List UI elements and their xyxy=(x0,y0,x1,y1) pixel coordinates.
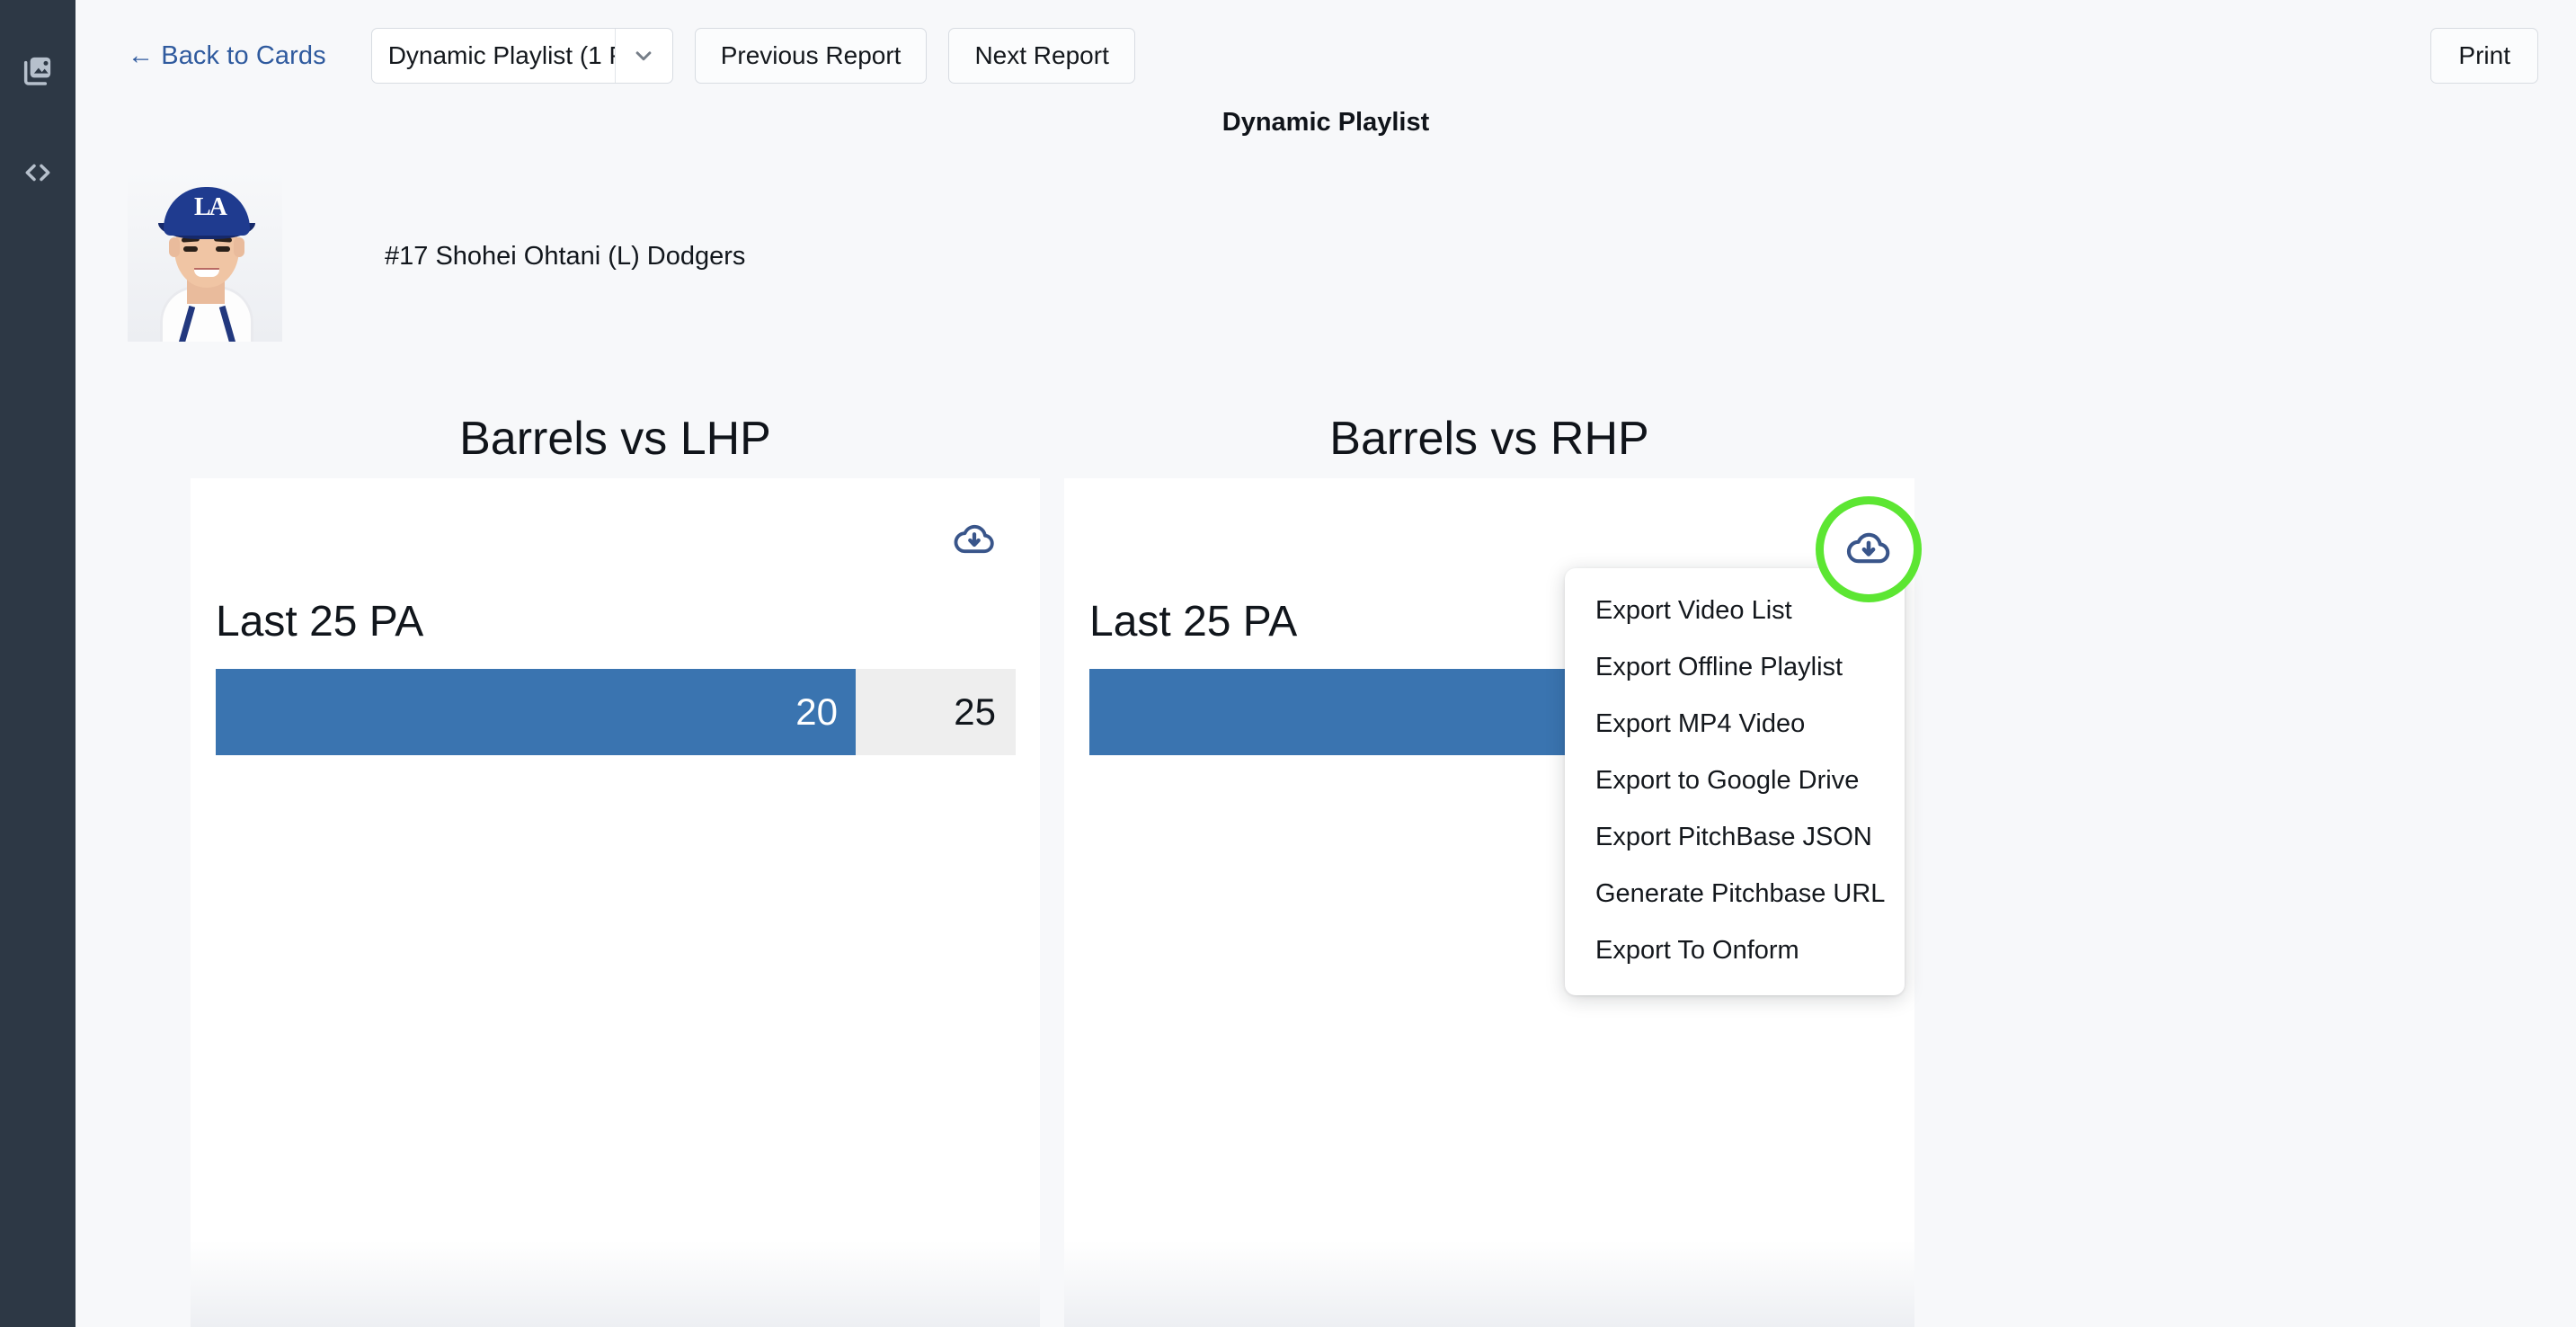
bar-chart-lhp: 20 25 xyxy=(216,669,1016,755)
menu-item-export-to-onform[interactable]: Export To Onform xyxy=(1565,922,1905,979)
export-download-button-rhp[interactable] xyxy=(1816,496,1922,602)
page-surface: ← Back to Cards Dynamic Playlist (1 P...… xyxy=(76,0,2576,1327)
cloud-download-icon xyxy=(950,514,999,567)
sidebar-item-cards[interactable] xyxy=(14,47,61,94)
menu-item-export-offline-playlist[interactable]: Export Offline Playlist xyxy=(1565,639,1905,696)
team-cap-logo: LA xyxy=(194,194,221,221)
chart-subtitle-rhp: Last 25 PA xyxy=(1089,597,1297,646)
bar-segment-value-lhp: 20 xyxy=(216,669,856,755)
player-headshot: LA xyxy=(128,171,282,342)
chart-subtitle-lhp: Last 25 PA xyxy=(216,597,423,646)
chart-heading-lhp: Barrels vs LHP xyxy=(191,412,1040,466)
left-sidebar xyxy=(0,0,76,1327)
playlist-select[interactable]: Dynamic Playlist (1 P... xyxy=(371,28,673,84)
menu-item-export-pitchbase-json[interactable]: Export PitchBase JSON xyxy=(1565,809,1905,866)
menu-item-generate-pitchbase-url[interactable]: Generate Pitchbase URL xyxy=(1565,866,1905,922)
player-header: LA #17 Shohei Ohtani (L) Dodgers xyxy=(128,171,2554,342)
menu-item-export-mp4-video[interactable]: Export MP4 Video xyxy=(1565,696,1905,753)
app-root: ← Back to Cards Dynamic Playlist (1 P...… xyxy=(0,0,2576,1327)
previous-report-button[interactable]: Previous Report xyxy=(695,28,928,84)
chevron-down-icon xyxy=(615,29,672,83)
code-icon xyxy=(20,155,56,191)
next-report-button[interactable]: Next Report xyxy=(948,28,1134,84)
chart-card-lhp: Last 25 PA 20 25 xyxy=(191,478,1040,1327)
cards-icon xyxy=(20,52,56,88)
bar-segment-total-lhp: 25 xyxy=(856,669,1016,755)
sidebar-item-code[interactable] xyxy=(14,149,61,196)
export-download-button-lhp[interactable] xyxy=(946,512,1002,568)
chart-heading-rhp: Barrels vs RHP xyxy=(1064,412,1914,466)
player-name: #17 Shohei Ohtani (L) Dodgers xyxy=(385,242,745,272)
toolbar: ← Back to Cards Dynamic Playlist (1 P...… xyxy=(76,0,2576,111)
print-button[interactable]: Print xyxy=(2430,28,2538,84)
export-dropdown-menu: Export Video List Export Offline Playlis… xyxy=(1565,568,1905,995)
back-to-cards-link[interactable]: ← Back to Cards xyxy=(128,41,326,71)
page-title: Dynamic Playlist xyxy=(76,108,2576,138)
playlist-select-value: Dynamic Playlist (1 P... xyxy=(372,29,615,83)
cloud-download-icon xyxy=(1843,521,1895,578)
menu-item-export-to-google-drive[interactable]: Export to Google Drive xyxy=(1565,753,1905,809)
